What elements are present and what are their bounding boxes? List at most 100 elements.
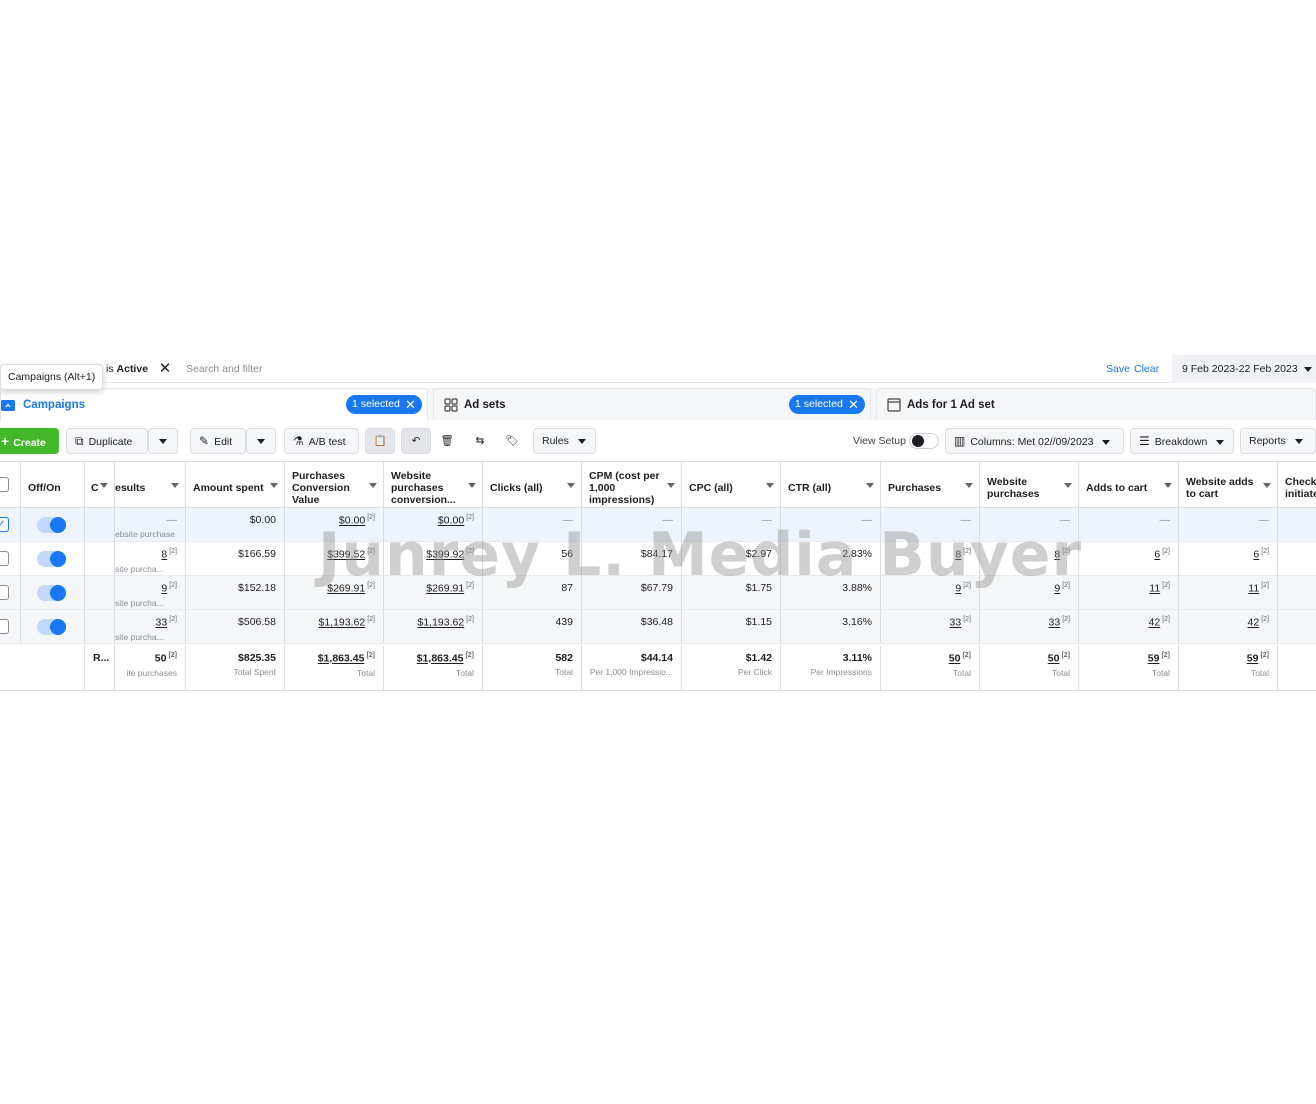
remove-filter-close-icon[interactable]: ✕ bbox=[157, 361, 173, 377]
tag-button[interactable]: 🏷 bbox=[497, 428, 527, 454]
totals-ctr: 3.11% Per Impressions bbox=[780, 646, 880, 691]
column-clicks[interactable]: Clicks (all) bbox=[482, 462, 581, 508]
cell-atc-value[interactable]: 6 bbox=[1154, 549, 1160, 561]
totals-purchases-value[interactable]: 50 bbox=[949, 653, 961, 665]
campaign-on-off-toggle[interactable] bbox=[37, 585, 66, 601]
cell-results-value[interactable]: 9 bbox=[161, 583, 167, 595]
row-checkbox[interactable]: ✓ bbox=[0, 517, 9, 532]
note-marker: [2] bbox=[1062, 616, 1070, 623]
cell-results-value[interactable]: 33 bbox=[156, 617, 168, 629]
cell-results: — ebsite purchase bbox=[114, 508, 185, 542]
close-icon[interactable]: ✕ bbox=[405, 395, 416, 414]
totals-pcv-value[interactable]: $1,863.45 bbox=[318, 653, 365, 665]
row-checkbox[interactable] bbox=[0, 551, 9, 566]
totals-label: R... bbox=[84, 646, 114, 691]
column-website-adds-to-cart[interactable]: Website adds to cart bbox=[1178, 462, 1277, 508]
breakdown-button[interactable]: ☰ Breakdown bbox=[1130, 428, 1234, 454]
cell-checkouts bbox=[1277, 508, 1316, 542]
chevron-down-icon bbox=[965, 483, 973, 488]
cell-watc-value[interactable]: 6 bbox=[1253, 549, 1259, 561]
tab-ad-sets[interactable]: Ad sets 1 selected ✕ bbox=[433, 388, 871, 420]
column-cpc[interactable]: CPC (all) bbox=[681, 462, 780, 508]
preview-icon: ⇆ bbox=[475, 435, 485, 447]
select-all-cell[interactable] bbox=[0, 462, 21, 508]
save-filter-link[interactable]: Save bbox=[1106, 363, 1130, 375]
column-checkouts-initiated[interactable]: Checkc initiate bbox=[1277, 462, 1316, 508]
ab-test-button[interactable]: ⚗ A/B test bbox=[284, 428, 359, 454]
cell-watc-value[interactable]: 11 bbox=[1248, 583, 1259, 595]
close-icon[interactable]: ✕ bbox=[848, 395, 859, 414]
row-checkbox[interactable] bbox=[0, 619, 9, 634]
cell-wp-value[interactable]: 33 bbox=[1049, 617, 1061, 629]
cell-pcv-value[interactable]: $1,193.62 bbox=[318, 617, 365, 629]
campaign-on-off-toggle[interactable] bbox=[37, 517, 66, 533]
column-adds-to-cart-label: Adds to cart bbox=[1086, 482, 1148, 494]
column-purchases[interactable]: Purchases bbox=[880, 462, 979, 508]
tab-campaigns[interactable]: Campaigns 1 selected ✕ bbox=[0, 388, 428, 420]
view-setup-label: View Setup bbox=[853, 435, 906, 447]
column-website-purchases-conversion[interactable]: Website purchases conversion... bbox=[383, 462, 482, 508]
column-c-label: C bbox=[91, 482, 99, 494]
column-purchases-conversion-value[interactable]: Purchases Conversion Value bbox=[284, 462, 383, 508]
cell-atc-value[interactable]: 11 bbox=[1149, 583, 1160, 595]
delete-button[interactable]: 🗑 bbox=[432, 428, 462, 454]
campaign-on-off-toggle[interactable] bbox=[37, 619, 66, 635]
column-off-on[interactable]: Off/On bbox=[20, 462, 84, 508]
toolbar: + Create ⧉ Duplicate ✎ Edit ⚗ A/B test 📋 ↶ 🗑… bbox=[0, 424, 1316, 458]
watermark: Junrey L. Media Buyer bbox=[318, 520, 1083, 590]
cell-watc: 42 [2] bbox=[1178, 610, 1277, 644]
totals-atc-value[interactable]: 59 bbox=[1148, 653, 1160, 665]
column-c[interactable]: C bbox=[84, 462, 114, 508]
row-checkbox[interactable] bbox=[0, 585, 9, 600]
totals-wp-value[interactable]: 50 bbox=[1048, 653, 1060, 665]
chevron-down-icon bbox=[369, 483, 377, 488]
undo-button[interactable]: ↶ bbox=[401, 428, 431, 454]
search-input[interactable] bbox=[180, 359, 1080, 379]
ad-sets-selected-pill[interactable]: 1 selected ✕ bbox=[789, 395, 865, 414]
column-ctr[interactable]: CTR (all) bbox=[780, 462, 880, 508]
clipboard-button[interactable]: 📋 bbox=[365, 428, 395, 454]
column-website-purchases[interactable]: Website purchases bbox=[979, 462, 1078, 508]
chevron-down-icon bbox=[1164, 483, 1172, 488]
cell-atc: — bbox=[1078, 508, 1178, 542]
clear-filter-link[interactable]: Clear bbox=[1134, 363, 1159, 375]
columns-button[interactable]: ▥ Columns: Met 02//09/2023 bbox=[945, 428, 1124, 454]
totals-watc-value[interactable]: 59 bbox=[1247, 653, 1259, 665]
column-cpm[interactable]: CPM (cost per 1,000 impressions) bbox=[581, 462, 681, 508]
cell-results-value[interactable]: 8 bbox=[161, 549, 167, 561]
campaigns-selected-pill[interactable]: 1 selected ✕ bbox=[346, 395, 422, 414]
share-preview-button[interactable]: ⇆ bbox=[465, 428, 495, 454]
campaign-on-off-toggle[interactable] bbox=[37, 551, 66, 567]
cell-atc-value[interactable]: 42 bbox=[1149, 617, 1161, 629]
duplicate-button[interactable]: ⧉ Duplicate bbox=[66, 428, 148, 454]
totals-wpcv-value[interactable]: $1,863.45 bbox=[417, 653, 464, 665]
chevron-down-icon bbox=[1263, 483, 1271, 488]
edit-dropdown-button[interactable] bbox=[246, 428, 276, 454]
reports-button[interactable]: Reports bbox=[1240, 428, 1316, 454]
select-all-checkbox[interactable] bbox=[0, 477, 9, 492]
cell-watc-value[interactable]: 42 bbox=[1248, 617, 1260, 629]
edit-button[interactable]: ✎ Edit bbox=[190, 428, 246, 454]
cell-purchases-value[interactable]: 33 bbox=[950, 617, 962, 629]
active-filter-chip[interactable]: is Active bbox=[100, 361, 154, 378]
view-setup-toggle[interactable] bbox=[909, 433, 939, 449]
column-adds-to-cart[interactable]: Adds to cart bbox=[1078, 462, 1178, 508]
totals-pcv: $1,863.45 [2] Total bbox=[284, 646, 383, 691]
tab-ads[interactable]: Ads for 1 Ad set bbox=[876, 388, 1316, 420]
totals-website-purchases: 50 [2] Total bbox=[979, 646, 1078, 691]
chevron-down-icon bbox=[270, 483, 278, 488]
column-amount-spent[interactable]: Amount spent bbox=[185, 462, 284, 508]
cell-checkouts bbox=[1277, 576, 1316, 610]
cell-wpcv-value[interactable]: $1,193.62 bbox=[417, 617, 464, 629]
column-results[interactable]: esults bbox=[114, 462, 185, 508]
table-row[interactable]: 33 [2] site purcha... $506.58 $1,193.62 [2] $1… bbox=[0, 610, 1316, 644]
totals-cpc-sub: Per Click bbox=[737, 667, 772, 677]
duplicate-dropdown-button[interactable] bbox=[148, 428, 178, 454]
create-button[interactable]: + Create bbox=[0, 428, 59, 454]
cell-ctr-value: 3.16% bbox=[842, 616, 872, 628]
column-cpc-label: CPC (all) bbox=[689, 482, 733, 494]
chevron-down-icon bbox=[667, 483, 675, 488]
cell-wpcv: $1,193.62 [2] bbox=[383, 610, 482, 644]
date-range-picker[interactable]: 9 Feb 2023-22 Feb 2023 bbox=[1172, 355, 1316, 383]
rules-button[interactable]: Rules bbox=[533, 428, 596, 454]
